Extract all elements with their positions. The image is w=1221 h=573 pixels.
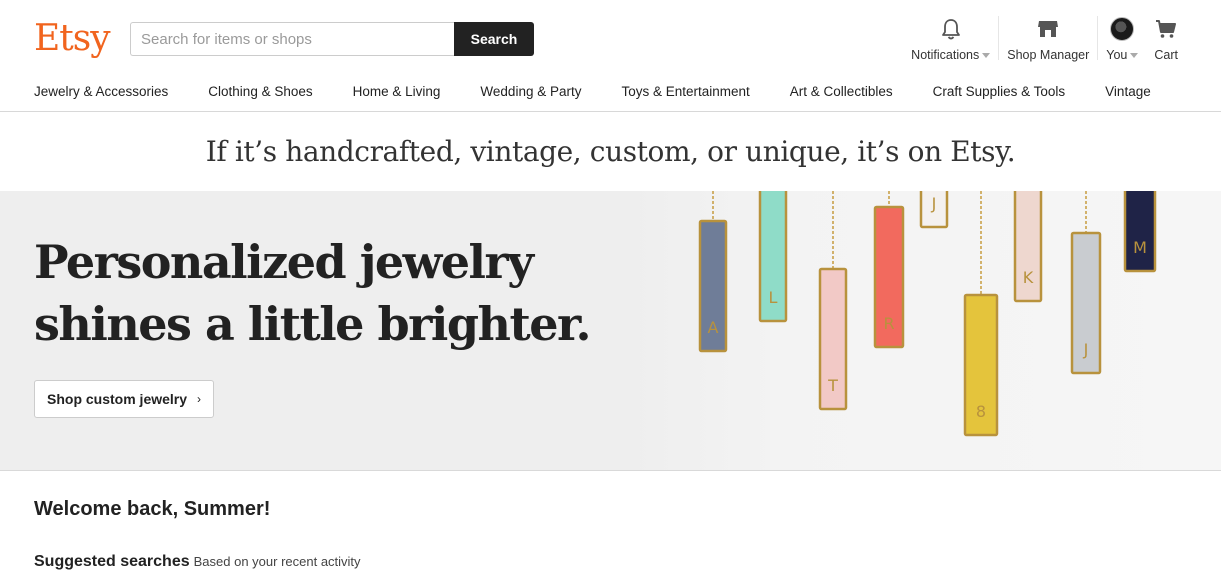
you-menu-button[interactable]: You	[1098, 16, 1146, 66]
search-button[interactable]: Search	[454, 22, 534, 56]
shop-custom-jewelry-button[interactable]: Shop custom jewelry ›	[34, 380, 215, 418]
pendant-letter: R	[883, 314, 894, 333]
category-toys-entertainment[interactable]: Toys & Entertainment	[621, 84, 749, 99]
hero-banner: Personalized jewelry shines a little bri…	[0, 191, 1221, 471]
chevron-right-icon: ›	[197, 392, 202, 406]
pendant-letter: J	[1083, 340, 1089, 359]
notifications-label: Notifications	[911, 48, 980, 62]
search-input[interactable]	[130, 22, 454, 56]
shop-icon	[1037, 16, 1059, 42]
shop-custom-jewelry-label: Shop custom jewelry	[47, 391, 188, 407]
site-header: Etsy Search Notifications Sho	[0, 0, 1221, 72]
category-art-collectibles[interactable]: Art & Collectibles	[790, 84, 893, 99]
etsy-logo[interactable]: Etsy	[34, 16, 111, 62]
suggested-searches-title: Suggested searches	[34, 553, 190, 570]
shop-manager-label: Shop Manager	[1007, 48, 1090, 62]
category-nav: Jewelry & Accessories Clothing & Shoes H…	[0, 72, 1221, 112]
category-home-living[interactable]: Home & Living	[353, 84, 441, 99]
hero-jewelry-image[interactable]: A L T R J 8 K J M	[625, 191, 1221, 471]
welcome-heading: Welcome back, Summer!	[34, 498, 271, 520]
notifications-button[interactable]: Notifications	[903, 16, 998, 66]
tagline: If it’s handcrafted, vintage, custom, or…	[205, 135, 1016, 168]
caret-down-icon	[982, 52, 991, 58]
you-label: You	[1106, 48, 1128, 62]
bell-icon	[941, 16, 961, 42]
search-bar: Search	[130, 22, 534, 56]
header-actions: Notifications Shop Manager You Cart	[903, 16, 1221, 66]
cart-label: Cart	[1154, 48, 1178, 62]
caret-down-icon	[1130, 52, 1139, 58]
pendant-letter: T	[827, 376, 838, 395]
pendant-letter: J	[931, 194, 937, 213]
pendant-letter: M	[1133, 238, 1147, 257]
pendant-letter: A	[708, 318, 719, 337]
cart-icon	[1155, 16, 1177, 42]
pendant-letter: 8	[976, 402, 986, 421]
hero-title: Personalized jewelry shines a little bri…	[34, 231, 594, 355]
category-craft-supplies-tools[interactable]: Craft Supplies & Tools	[933, 84, 1066, 99]
category-clothing-shoes[interactable]: Clothing & Shoes	[208, 84, 312, 99]
avatar	[1110, 17, 1135, 41]
cart-button[interactable]: Cart	[1146, 16, 1221, 66]
suggested-searches-subtitle: Based on your recent activity	[193, 554, 361, 569]
category-jewelry-accessories[interactable]: Jewelry & Accessories	[34, 84, 168, 99]
pendant-letter: L	[769, 288, 778, 307]
suggested-searches: Suggested searches Based on your recent a…	[34, 553, 361, 571]
shop-manager-button[interactable]: Shop Manager	[999, 16, 1097, 66]
hero-title-line1: Personalized jewelry	[34, 235, 534, 289]
hero-title-line2: shines a little brighter.	[34, 297, 592, 351]
category-wedding-party[interactable]: Wedding & Party	[480, 84, 581, 99]
pendant-bar	[1123, 191, 1157, 273]
category-vintage[interactable]: Vintage	[1105, 84, 1151, 99]
pendant-letter: K	[1023, 268, 1034, 287]
